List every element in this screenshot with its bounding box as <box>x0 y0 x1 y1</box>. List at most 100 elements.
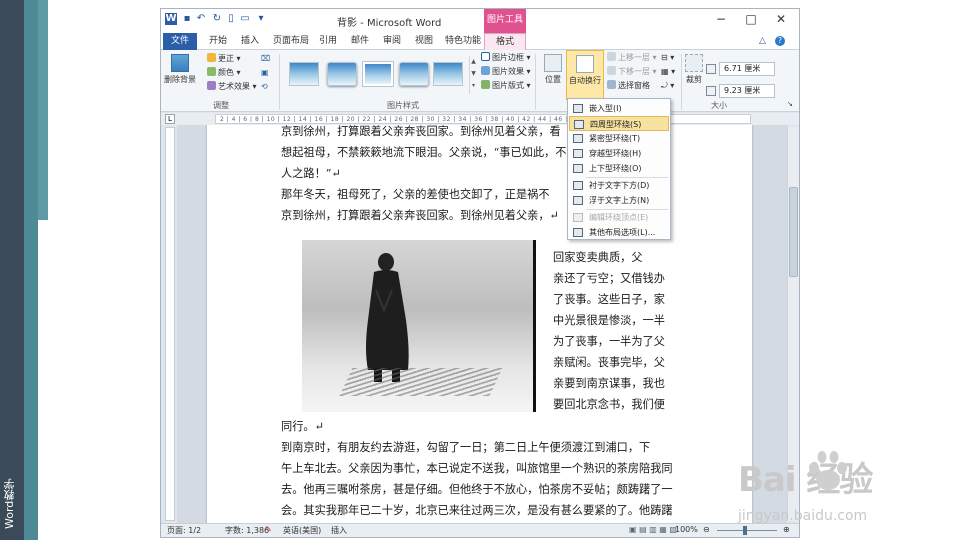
close-button[interactable]: ✕ <box>767 12 795 28</box>
menu-item-inline[interactable]: 嵌入型(I) <box>569 101 669 116</box>
send-backward-icon <box>607 66 616 75</box>
insert-mode[interactable]: 插入 <box>331 525 347 536</box>
menu-item-more-layout-options[interactable]: 其他布局选项(L)... <box>569 225 669 240</box>
menu-item-tight[interactable]: 紧密型环绕(T) <box>569 131 669 146</box>
wrap-text-button[interactable]: 自动换行 <box>566 50 604 100</box>
effects-icon <box>481 66 490 75</box>
align-icon[interactable]: ⊟ ▾ <box>661 52 674 64</box>
brush-icon <box>207 81 216 90</box>
text-line: 中光景很是惨淡，一半 <box>553 314 665 327</box>
man-silhouette <box>366 253 409 382</box>
zoom-slider[interactable] <box>717 530 777 531</box>
in-front-text-icon <box>573 196 583 205</box>
vertical-ruler[interactable] <box>165 127 175 521</box>
word-window: W ▪ ↶ ↻ ▯ ▭ ▾ 背影 - Microsoft Word 图片工具 −… <box>160 8 800 538</box>
tab-review[interactable]: 审阅 <box>379 33 405 50</box>
slide: Word教学 W ▪ ↶ ↻ ▯ ▭ ▾ 背影 - Microsoft Word… <box>0 0 960 540</box>
compress-pictures-icon[interactable]: ⌧ <box>261 53 270 65</box>
tab-home[interactable]: 开始 <box>205 33 231 50</box>
rotate-icon[interactable]: ⤾ ▾ <box>661 80 674 92</box>
menu-item-in-front-of-text[interactable]: 浮于文字上方(N) <box>569 193 669 208</box>
view-buttons[interactable]: ▣ ▤ ▥ ▦ ▧ <box>629 525 677 534</box>
bring-forward-button[interactable]: 上移一层 ▾ <box>607 52 657 64</box>
top-bottom-wrap-icon <box>573 164 583 173</box>
dialog-launcher-icon[interactable]: ↘ <box>787 98 793 110</box>
picture-border-button[interactable]: 图片边框 ▾ <box>481 52 531 64</box>
new-doc-icon[interactable]: ▯ <box>225 13 237 25</box>
position-icon <box>544 54 562 72</box>
scrollbar-thumb[interactable] <box>789 187 798 277</box>
tab-selector-icon[interactable]: L <box>165 114 175 124</box>
menu-item-top-bottom[interactable]: 上下型环绕(O) <box>569 161 669 176</box>
picture-layout-button[interactable]: 图片版式 ▾ <box>481 80 531 92</box>
remove-background-button[interactable]: 删除背景 <box>163 54 197 85</box>
text-line: 会。其实我那年已二十岁，北京已来往过两三次，是没有甚么要紧的了。他踌躇 <box>281 504 673 517</box>
height-field[interactable]: 6.71 厘米 <box>719 62 775 76</box>
style-gallery-scroll[interactable]: ▲ ▼ ▾ <box>469 56 477 94</box>
zoom-level[interactable]: 100% <box>675 525 698 534</box>
wrap-text-menu: 嵌入型(I) 四周型环绕(S) 紧密型环绕(T) 穿越型环绕(H) 上下型环绕(… <box>567 98 671 240</box>
picture-style-thumb[interactable] <box>433 62 463 86</box>
width-field[interactable]: 9.23 厘米 <box>719 84 775 98</box>
through-wrap-icon <box>573 149 583 158</box>
word-count[interactable]: 字数: 1,386 <box>225 525 269 536</box>
crop-button[interactable]: 裁剪 <box>679 54 709 85</box>
send-backward-button[interactable]: 下移一层 ▾ <box>607 66 657 78</box>
picture-style-thumb[interactable] <box>289 62 319 86</box>
redo-icon[interactable]: ↻ <box>211 13 223 25</box>
inserted-picture[interactable] <box>302 240 536 412</box>
selection-pane-button[interactable]: 选择窗格 <box>607 80 650 92</box>
page-count[interactable]: 页面: 1/2 <box>167 525 201 536</box>
crop-icon <box>685 54 703 72</box>
border-icon <box>481 52 490 61</box>
tab-page-layout[interactable]: 页面布局 <box>269 33 313 50</box>
menu-item-square[interactable]: 四周型环绕(S) <box>569 116 669 131</box>
text-line: 亲赋闲。丧事完毕，父 <box>553 356 665 369</box>
language-indicator[interactable]: 英语(美国) <box>283 525 321 536</box>
text-line: 午上车北去。父亲因为事忙，本已说定不送我，叫旅馆里一个熟识的茶房陪我同 <box>281 462 673 475</box>
menu-item-edit-wrap-points: 编辑环绕顶点(E) <box>569 210 669 225</box>
picture-style-thumb[interactable] <box>399 62 429 86</box>
tab-file[interactable]: 文件 <box>163 33 197 50</box>
zoom-out-icon[interactable]: ⊖ <box>703 525 710 534</box>
picture-effects-button[interactable]: 图片效果 ▾ <box>481 66 531 78</box>
print-preview-icon[interactable]: ▭ <box>239 13 251 25</box>
picture-style-thumb[interactable] <box>363 62 393 86</box>
position-button[interactable]: 位置 <box>539 54 567 85</box>
tab-mailings[interactable]: 邮件 <box>347 33 373 50</box>
menu-item-behind-text[interactable]: 衬于文字下方(D) <box>569 178 669 193</box>
reset-picture-icon[interactable]: ⟲ <box>261 81 268 93</box>
behind-text-icon <box>573 181 583 190</box>
proofing-icon[interactable]: ✎ <box>265 525 272 534</box>
ribbon-collapse-icon[interactable]: △ <box>759 36 766 46</box>
tab-insert[interactable]: 插入 <box>237 33 263 50</box>
text-line: 了丧事。这些日子，家 <box>553 293 665 306</box>
ribbon-format: 删除背景 更正 ▾ 颜色 ▾ 艺术效果 ▾ ⌧ ▣ ⟲ 调整 ▲ ▼ ▾ 图片边框 … <box>161 50 799 112</box>
tight-wrap-icon <box>573 134 583 143</box>
remove-background-label: 删除背景 <box>164 75 196 84</box>
save-icon[interactable]: ▪ <box>181 13 193 25</box>
menu-item-through[interactable]: 穿越型环绕(H) <box>569 146 669 161</box>
watermark-url: jingyan.baidu.com <box>738 508 868 524</box>
minimize-button[interactable]: − <box>707 12 735 28</box>
maximize-button[interactable]: □ <box>737 12 765 28</box>
document-area[interactable]: 京到徐州，打算跟着父亲奔丧回家。到徐州见着父亲，看 想起祖母，不禁簌簌地流下眼泪… <box>177 125 787 523</box>
color-button[interactable]: 颜色 ▾ <box>207 67 241 79</box>
tab-view[interactable]: 视图 <box>411 33 437 50</box>
group-icon[interactable]: ▦ ▾ <box>661 66 675 78</box>
help-icon[interactable]: ? <box>775 36 785 46</box>
size-group-label: 大小 <box>711 101 727 110</box>
customize-qat-icon[interactable]: ▾ <box>255 13 267 25</box>
tab-format[interactable]: 格式 <box>484 33 526 50</box>
change-picture-icon[interactable]: ▣ <box>261 67 269 79</box>
zoom-in-icon[interactable]: ⊕ <box>783 525 790 534</box>
zoom-slider-thumb[interactable] <box>743 526 747 535</box>
tab-features[interactable]: 特色功能 <box>441 33 485 50</box>
artistic-effects-button[interactable]: 艺术效果 ▾ <box>207 81 257 93</box>
tab-references[interactable]: 引用 <box>315 33 341 50</box>
selection-pane-icon <box>607 80 616 89</box>
baidu-watermark: Bai 经验 jingyan.baidu.com <box>738 446 948 526</box>
picture-style-thumb[interactable] <box>327 62 357 86</box>
undo-icon[interactable]: ↶ <box>195 13 207 25</box>
corrections-button[interactable]: 更正 ▾ <box>207 53 241 65</box>
